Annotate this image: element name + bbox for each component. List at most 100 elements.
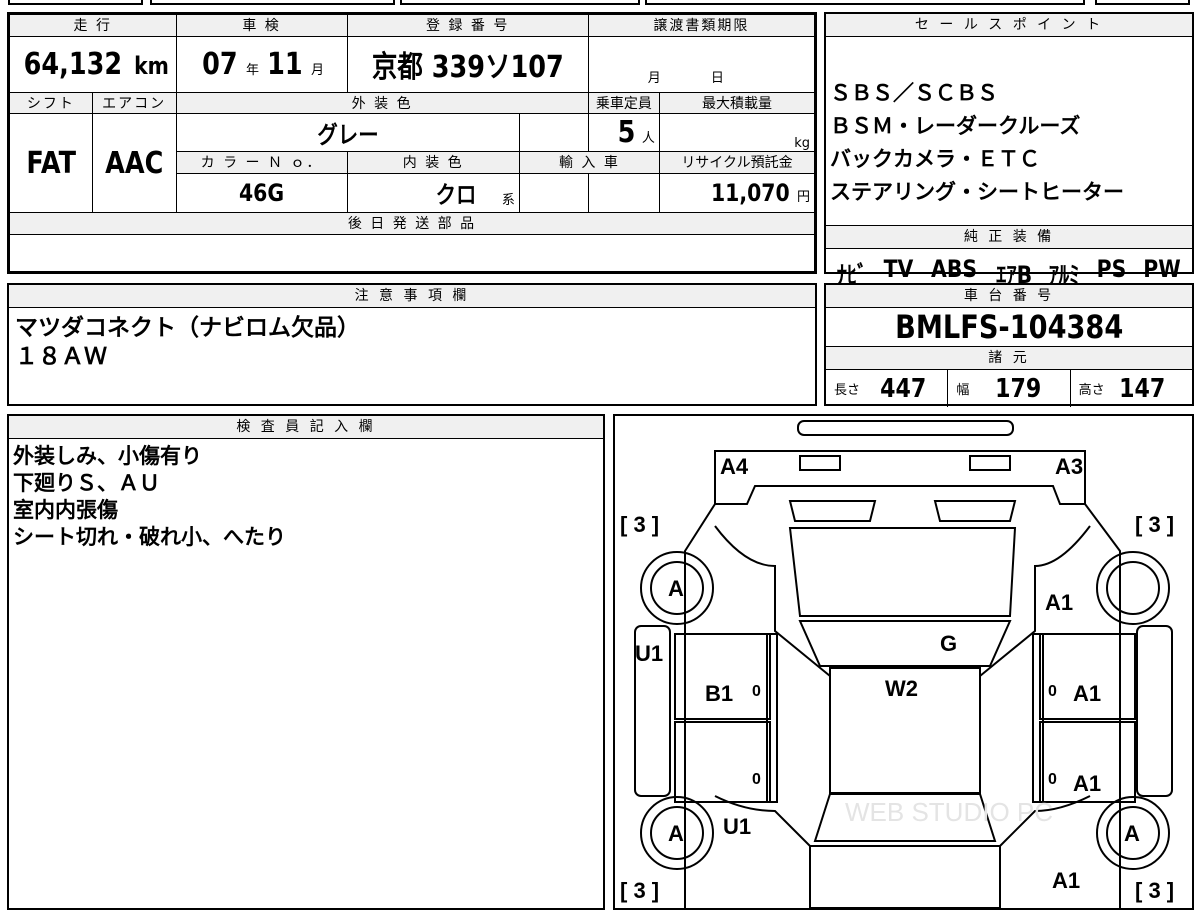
mark-front-right: A3: [1055, 454, 1083, 479]
left-headlight: [799, 455, 841, 471]
tread-label-front-right: [ 3 ]: [1135, 512, 1174, 537]
length-cell: 長さ 447: [826, 370, 949, 407]
length-label: 長さ: [834, 383, 861, 398]
shift-cell: FAT: [9, 113, 93, 213]
deadline-day: 日: [710, 70, 724, 86]
mark-left-sill: U1: [635, 641, 663, 666]
mileage-cell: 64,132 km: [9, 35, 177, 93]
int-color-value: クロ: [435, 181, 477, 210]
front-bumper-strip: [797, 420, 1014, 436]
capacity-cell: 5 人: [587, 113, 660, 152]
sales-point-line: バックカメラ・ＥＴＣ: [830, 147, 1040, 171]
ext-color-cell: グレー: [175, 113, 520, 152]
width-value: 179: [995, 373, 1042, 404]
later-parts-header: 後 日 発 送 部 品: [9, 211, 815, 235]
left-grille: [788, 500, 877, 522]
width-label: 幅: [956, 383, 970, 398]
chassis-header: 車 台 番 号: [826, 285, 1192, 308]
tread-label-rear-left: [ 3 ]: [620, 878, 659, 903]
windshield: [798, 620, 1012, 667]
recycle-value: 11,070: [711, 178, 791, 207]
recycle-header: リサイクル預託金: [658, 150, 816, 174]
aircon-header: エアコン: [91, 91, 177, 115]
car-diagram: A4 A3 A1 G W2 U1 B1 A1 A1 U1 A1 A A A [ …: [620, 420, 1174, 908]
color-no-value: 46G: [238, 178, 285, 207]
import-cell-1: [518, 172, 589, 213]
trunk: [809, 845, 1001, 908]
inspector-line: シート切れ・破れ小、へたり: [13, 525, 286, 549]
month-unit: 月: [310, 62, 324, 78]
zero-mark: 0: [752, 771, 761, 788]
notes-line: １８ＡＷ: [15, 344, 107, 370]
chassis-number-cell: BMLFS-104384: [826, 308, 1192, 346]
sales-points-panel: セ ー ル ス ポ イ ン ト ＳＢＳ／ＳＣＢＳ ＢＳＭ・レーダークルーズ バッ…: [824, 12, 1194, 289]
right-grille: [933, 500, 1017, 522]
specs-row: 長さ 447 幅 179 高さ 147: [826, 370, 1192, 407]
mark-roof: W2: [885, 676, 918, 701]
aircon-value: AAC: [104, 145, 164, 181]
watermark: WEB STUDIO PC: [845, 797, 1053, 827]
inspector-body: 外装しみ、小傷有り 下廻りＳ、ＡＵ 室内内張傷 シート切れ・破れ小、へたり: [9, 439, 603, 551]
capacity-unit: 人: [641, 131, 655, 147]
inspector-line: 外装しみ、小傷有り: [13, 444, 202, 468]
year-unit: 年: [245, 62, 259, 78]
tire-label-front-left: A: [668, 576, 684, 601]
height-cell: 高さ 147: [1071, 370, 1192, 407]
width-cell: 幅 179: [948, 370, 1071, 407]
reg-no-cell: 京都 339ソ107: [346, 35, 589, 93]
left-front-door: [674, 633, 771, 720]
recycle-cell: 11,070 円: [658, 172, 816, 213]
recycle-unit: 円: [796, 189, 810, 205]
front-right-wheel-inner: [1106, 561, 1160, 615]
inspection-year: 07: [202, 46, 238, 82]
notes-header: 注 意 事 項 欄: [9, 285, 815, 308]
later-parts-cell: [9, 233, 815, 273]
deadline-month: 月: [647, 70, 661, 86]
equipment-header: 純 正 装 備: [826, 225, 1192, 249]
car-diagram-panel: A4 A3 A1 G W2 U1 B1 A1 A1 U1 A1 A A A [ …: [613, 414, 1194, 910]
color-no-cell: 46G: [175, 172, 348, 213]
zero-mark: 0: [1048, 771, 1057, 788]
notes-line: マツダコネクト（ナビロム欠品）: [15, 315, 360, 341]
reg-no-value: 京都 339ソ107: [371, 50, 564, 86]
ext-color-value: グレー: [317, 121, 379, 150]
shift-header: シフト: [9, 91, 93, 115]
vehicle-info-table: 走 行 車 検 登 録 番 号 譲渡書類期限 64,132 km 07 年 11 …: [7, 12, 817, 274]
import-cell-2: [587, 172, 660, 213]
mark-right-front: A1: [1045, 590, 1073, 615]
inspection-header: 車 検: [175, 14, 348, 37]
mark-left-rear: U1: [723, 814, 751, 839]
notes-panel: 注 意 事 項 欄 マツダコネクト（ナビロム欠品） １８ＡＷ: [7, 283, 817, 406]
tread-label-front-left: [ 3 ]: [620, 512, 659, 537]
height-label: 高さ: [1078, 383, 1105, 398]
ext-color-blank: [518, 113, 589, 152]
inspector-line: 下廻りＳ、ＡＵ: [13, 471, 160, 495]
top-strip: [0, 0, 1200, 6]
right-sill: [1136, 625, 1173, 797]
shift-value: FAT: [26, 145, 76, 181]
sales-points-header: セ ー ル ス ポ イ ン ト: [826, 14, 1192, 37]
aircon-cell: AAC: [91, 113, 177, 213]
sales-point-line: ＢＳＭ・レーダークルーズ: [830, 114, 1081, 138]
int-color-cell: クロ 系: [346, 172, 520, 213]
inspector-panel: 検 査 員 記 入 欄 外装しみ、小傷有り 下廻りＳ、ＡＵ 室内内張傷 シート切…: [7, 414, 605, 910]
mark-right-door2: A1: [1073, 771, 1101, 796]
sales-point-line: ステアリング・シートヒーター: [830, 180, 1124, 204]
tread-label-rear-right: [ 3 ]: [1135, 878, 1174, 903]
capacity-value: 5: [617, 115, 636, 151]
max-load-header: 最大積載量: [658, 91, 816, 115]
height-value: 147: [1118, 373, 1165, 404]
mileage-unit: km: [133, 51, 169, 80]
ext-color-header: 外 装 色: [175, 91, 589, 115]
tire-label-rear-right: A: [1124, 821, 1140, 846]
reg-no-header: 登 録 番 号: [346, 14, 589, 37]
mark-right-door1: A1: [1073, 681, 1101, 706]
inspector-header: 検 査 員 記 入 欄: [9, 416, 603, 439]
int-color-suffix: 系: [501, 192, 515, 208]
length-value: 447: [880, 373, 927, 404]
inspection-cell: 07 年 11 月: [175, 35, 348, 93]
deadline-header: 譲渡書類期限: [587, 14, 816, 37]
color-no-header: カ ラ ー Ｎ ｏ．: [175, 150, 348, 174]
int-color-header: 内 装 色: [346, 150, 520, 174]
sales-point-line: ＳＢＳ／ＳＣＢＳ: [830, 81, 998, 105]
